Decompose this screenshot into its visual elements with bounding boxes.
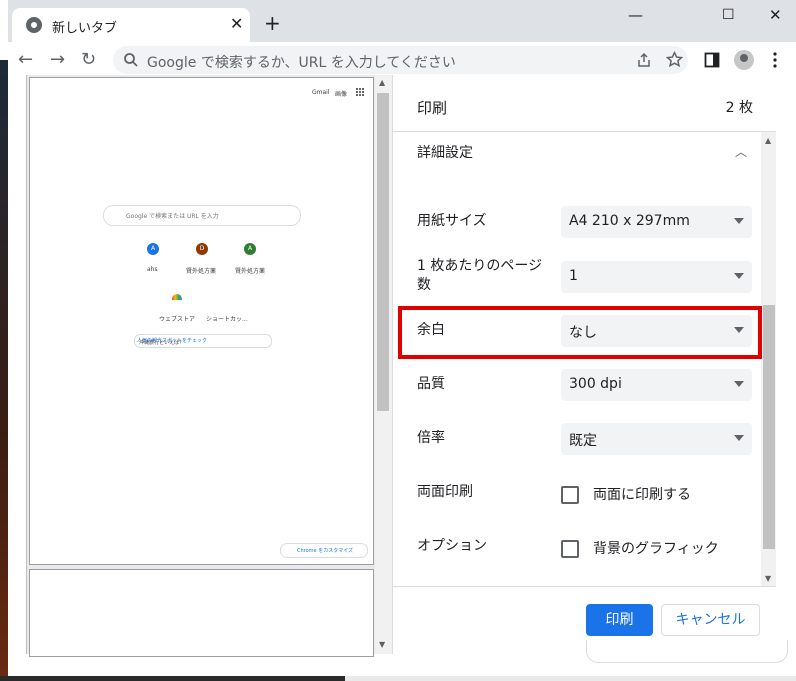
paper-size-label: 用紙サイズ <box>417 213 487 229</box>
scroll-up-arrow-icon[interactable]: ▲ <box>765 136 771 145</box>
dropdown-arrow-icon <box>734 381 744 387</box>
margins-highlight-box <box>398 306 762 359</box>
dropdown-arrow-icon <box>734 273 744 279</box>
duplex-label: 両面印刷 <box>417 484 473 500</box>
bookmark-star-icon[interactable] <box>666 51 683 68</box>
shortcut-label: ショートカッ... <box>206 316 248 323</box>
shortcut-icon: D <box>196 243 208 255</box>
preview-scrollbar-thumb[interactable] <box>377 93 389 411</box>
sheet-count: 2 枚 <box>725 100 753 116</box>
duplex-checkbox[interactable] <box>561 486 579 504</box>
address-placeholder: Google で検索するか、URL を入力してください <box>147 55 456 71</box>
scale-label: 倍率 <box>417 430 445 446</box>
back-button[interactable]: ← <box>18 50 33 70</box>
mini-gmail-link: Gmail <box>312 89 330 96</box>
taskbar-edge <box>0 676 796 681</box>
options-label: オプション <box>417 538 487 554</box>
browser-toolbar: ← → ↻ Google で検索するか、URL を入力してください <box>8 42 796 78</box>
print-dialog-title: 印刷 <box>417 99 448 117</box>
shortcut-label: 賢外処方薬 <box>235 268 266 275</box>
pages-per-sheet-label-2: 数 <box>417 277 431 293</box>
shortcut-label: ウェブストア <box>159 316 196 323</box>
dropdown-arrow-icon <box>734 218 744 224</box>
webstore-icon <box>172 294 182 300</box>
mini-customize-chip: Chrome をカスタマイズ <box>280 543 368 558</box>
forward-button[interactable]: → <box>50 50 65 70</box>
cancel-button[interactable]: キャンセル <box>661 604 760 636</box>
window-edge <box>776 75 796 676</box>
apps-grid-icon <box>356 88 364 96</box>
tab-title: 新しいタブ <box>52 21 118 36</box>
shortcut-icon: A <box>147 243 159 255</box>
close-window-button[interactable]: ✕ <box>769 6 782 24</box>
profile-avatar-icon[interactable] <box>734 50 754 70</box>
new-tab-button[interactable]: + <box>264 12 281 34</box>
settings-header: 印刷 2 枚 <box>393 75 777 132</box>
preview-page-2 <box>29 569 374 657</box>
minimize-button[interactable]: — <box>628 6 643 24</box>
customize-text: Chrome をカスタマイズ <box>297 548 354 554</box>
scale-value: 既定 <box>569 433 597 449</box>
quality-label: 品質 <box>417 376 445 392</box>
shortcut-icon: A <box>244 243 256 255</box>
print-preview-panel: Gmail 画像 Google で検索または URL を入力 A D A ahs… <box>26 75 393 657</box>
desktop-background <box>0 60 8 681</box>
tab-new-tab[interactable]: 新しいタブ ✕ <box>12 8 250 42</box>
share-icon[interactable] <box>636 52 652 68</box>
pages-per-sheet-select[interactable]: 1 <box>561 261 752 293</box>
scale-select[interactable]: 既定 <box>561 423 752 455</box>
pages-per-sheet-label: 1 枚あたりのページ <box>417 258 543 274</box>
shortcut-label: 賢外処方薬 <box>186 268 217 275</box>
scroll-up-arrow-icon[interactable]: ▲ <box>379 78 385 87</box>
prompt-text: 沖縄旅行といえば？ <box>139 340 185 346</box>
print-button[interactable]: 印刷 <box>586 604 653 636</box>
chrome-icon <box>26 17 42 33</box>
print-settings-panel: 印刷 2 枚 詳細設定 ︿ 用紙サイズ A4 210 x 297mm 1 枚あた… <box>392 75 777 655</box>
quality-value: 300 dpi <box>569 376 622 392</box>
quality-select[interactable]: 300 dpi <box>561 369 752 401</box>
paper-size-select[interactable]: A4 210 x 297mm <box>561 206 752 238</box>
scroll-down-arrow-icon[interactable]: ▼ <box>765 574 771 583</box>
title-bar: 新しいタブ ✕ + — ☐ ✕ <box>8 0 796 42</box>
duplex-option-label[interactable]: 両面に印刷する <box>593 484 691 504</box>
mini-search-box: Google で検索または URL を入力 <box>103 205 301 226</box>
address-bar[interactable]: Google で検索するか、URL を入力してください <box>113 46 688 74</box>
paper-size-value: A4 210 x 297mm <box>569 213 690 229</box>
side-panel-icon[interactable] <box>704 52 720 68</box>
close-tab-icon[interactable]: ✕ <box>230 15 243 33</box>
settings-scrollbar-thumb[interactable] <box>763 305 775 549</box>
search-icon <box>124 53 138 67</box>
preview-page-1: Gmail 画像 Google で検索または URL を入力 A D A ahs… <box>29 77 374 565</box>
dropdown-arrow-icon <box>734 435 744 441</box>
mini-prompt-chip: 沖縄旅行といえば？ 人気の観光スポットをチェック <box>134 334 272 348</box>
shortcut-label: ahs <box>147 266 158 273</box>
background-graphics-checkbox[interactable] <box>561 540 579 558</box>
background-chip-outline <box>586 640 788 663</box>
scroll-down-arrow-icon[interactable]: ▼ <box>379 640 385 649</box>
mini-search-placeholder: Google で検索または URL を入力 <box>126 213 219 220</box>
maximize-button[interactable]: ☐ <box>722 6 735 24</box>
background-graphics-label[interactable]: 背景のグラフィック <box>593 538 719 558</box>
pages-per-sheet-value: 1 <box>569 268 578 284</box>
reload-button[interactable]: ↻ <box>81 50 96 70</box>
mini-images-link: 画像 <box>335 91 348 98</box>
chevron-up-icon[interactable]: ︿ <box>735 143 747 160</box>
menu-dots-icon[interactable] <box>772 52 778 68</box>
advanced-settings-toggle[interactable]: 詳細設定 <box>417 142 473 162</box>
